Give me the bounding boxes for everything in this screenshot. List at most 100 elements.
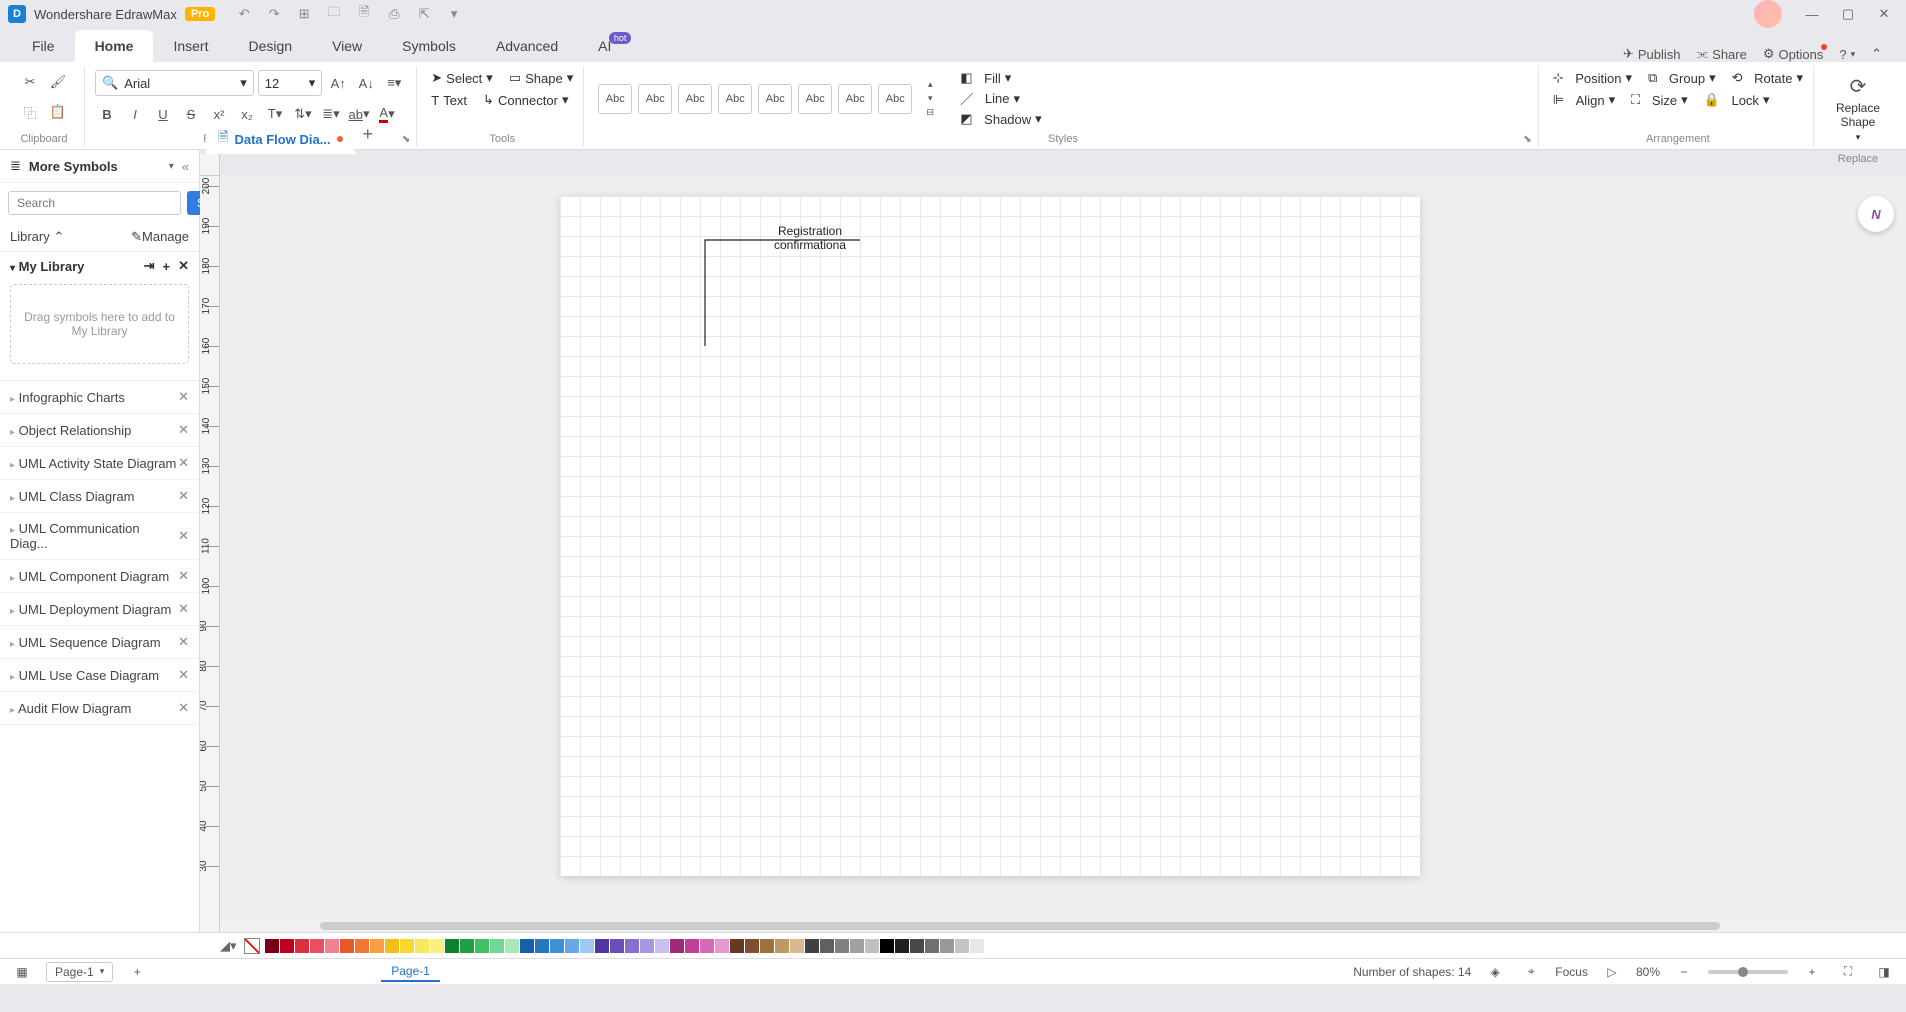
color-swatch[interactable] <box>520 939 534 953</box>
color-swatch[interactable] <box>685 939 699 953</box>
close-icon[interactable]: ✕ <box>178 568 189 584</box>
line-button[interactable]: ／ Line▾ <box>960 89 1041 108</box>
export-icon[interactable]: ⇱ <box>415 5 433 23</box>
style-sample[interactable]: Abc <box>678 84 712 114</box>
open-icon[interactable]: 🗀 <box>325 5 343 23</box>
menu-insert[interactable]: Insert <box>153 30 228 62</box>
manage-link[interactable]: ✎Manage <box>131 229 189 245</box>
strike-icon[interactable]: S <box>179 102 203 126</box>
lib-item[interactable]: ▸ UML Class Diagram✕ <box>0 480 199 513</box>
page-selector[interactable]: Page-1▾ <box>46 962 113 982</box>
fill-button[interactable]: ◧ Fill▾ <box>960 70 1041 86</box>
color-swatch[interactable] <box>415 939 429 953</box>
color-swatch[interactable] <box>985 939 999 953</box>
close-icon[interactable]: ✕ <box>178 455 189 471</box>
page[interactable]: Student 1.2 Confirmregistration 1.1 Chec… <box>560 196 1420 876</box>
color-swatch[interactable] <box>535 939 549 953</box>
my-library-label[interactable]: My Library <box>19 259 85 274</box>
lib-item[interactable]: ▸ Audit Flow Diagram✕ <box>0 692 199 725</box>
color-swatch[interactable] <box>670 939 684 953</box>
no-fill-swatch[interactable] <box>244 938 260 954</box>
menu-symbols[interactable]: Symbols <box>382 30 476 62</box>
options-button[interactable]: ⚙Options <box>1763 46 1823 62</box>
color-swatch[interactable] <box>460 939 474 953</box>
style-down-icon[interactable]: ▾ <box>918 92 942 106</box>
close-icon[interactable]: ✕ <box>178 667 189 683</box>
color-swatch[interactable] <box>580 939 594 953</box>
style-sample[interactable]: Abc <box>758 84 792 114</box>
redo-icon[interactable]: ↷ <box>265 5 283 23</box>
focus-label[interactable]: Focus <box>1555 965 1588 979</box>
close-icon[interactable]: ✕ <box>178 389 189 405</box>
color-swatch[interactable] <box>940 939 954 953</box>
color-swatch[interactable] <box>640 939 654 953</box>
color-swatch[interactable] <box>445 939 459 953</box>
copy-icon[interactable]: ⿻ <box>18 100 42 124</box>
font-family-select[interactable]: 🔍Arial▾ <box>95 70 254 96</box>
superscript-icon[interactable]: x² <box>207 102 231 126</box>
lib-item[interactable]: ▸ Infographic Charts✕ <box>0 381 199 414</box>
play-icon[interactable]: ▷ <box>1600 960 1624 984</box>
chevron-down-icon[interactable]: ▾ <box>10 263 15 274</box>
color-swatch[interactable] <box>595 939 609 953</box>
my-library-dropzone[interactable]: Drag symbols here to add to My Library <box>10 284 189 364</box>
library-label[interactable]: Library <box>10 229 50 244</box>
close-icon[interactable]: ✕ <box>178 488 189 504</box>
close-icon[interactable]: ✕ <box>178 700 189 716</box>
flow-reg-confirmation[interactable] <box>705 240 860 346</box>
color-swatch[interactable] <box>505 939 519 953</box>
lib-item[interactable]: ▸ UML Use Case Diagram✕ <box>0 659 199 692</box>
style-up-icon[interactable]: ▴ <box>918 78 942 92</box>
color-swatch[interactable] <box>490 939 504 953</box>
grow-font-icon[interactable]: A↑ <box>326 71 350 95</box>
color-swatch[interactable] <box>355 939 369 953</box>
collapse-ribbon-button[interactable]: ⌃ <box>1871 46 1882 62</box>
color-swatch[interactable] <box>475 939 489 953</box>
close-icon[interactable]: ✕ <box>178 634 189 650</box>
document-tab[interactable]: 🗎 Data Flow Dia... <box>206 124 355 154</box>
shape-tool[interactable]: ▭Shape▾ <box>509 70 573 86</box>
case-icon[interactable]: T▾ <box>263 102 287 126</box>
font-dialog-launcher[interactable]: ⬊ <box>402 134 410 145</box>
color-swatch[interactable] <box>610 939 624 953</box>
align-para-icon[interactable]: ≡▾ <box>382 71 406 95</box>
underline-icon[interactable]: U <box>151 102 175 126</box>
color-swatch[interactable] <box>925 939 939 953</box>
color-swatch[interactable] <box>280 939 294 953</box>
qat-more-icon[interactable]: ▾ <box>445 5 463 23</box>
maximize-icon[interactable]: ▢ <box>1834 4 1862 24</box>
styles-dialog-launcher[interactable]: ⬊ <box>1523 134 1531 145</box>
style-sample[interactable]: Abc <box>718 84 752 114</box>
spacing-icon[interactable]: ⇅▾ <box>291 102 315 126</box>
zoom-slider[interactable] <box>1708 970 1788 974</box>
color-swatch[interactable] <box>715 939 729 953</box>
color-swatch[interactable] <box>625 939 639 953</box>
zoom-in-icon[interactable]: + <box>1800 960 1824 984</box>
color-swatch[interactable] <box>895 939 909 953</box>
color-swatch[interactable] <box>550 939 564 953</box>
lib-item[interactable]: ▸ UML Deployment Diagram✕ <box>0 593 199 626</box>
layers-icon[interactable]: ◈ <box>1483 960 1507 984</box>
paste-icon[interactable]: 📋 <box>46 100 70 124</box>
horizontal-scrollbar[interactable] <box>220 920 1906 932</box>
menu-design[interactable]: Design <box>228 30 312 62</box>
shadow-button[interactable]: ◩ Shadow▾ <box>960 111 1041 127</box>
panel-toggle-icon[interactable]: ◨ <box>1872 960 1896 984</box>
select-tool[interactable]: ➤Select▾ <box>431 70 493 86</box>
canvas[interactable]: Student 1.2 Confirmregistration 1.1 Chec… <box>220 176 1906 932</box>
color-swatch[interactable] <box>760 939 774 953</box>
size-button[interactable]: ⛶ Size▾ <box>1631 92 1688 108</box>
lock-button[interactable]: 🔒 Lock▾ <box>1704 92 1770 108</box>
lib-item[interactable]: ▸ UML Activity State Diagram✕ <box>0 447 199 480</box>
replace-shape-button[interactable]: ⟳ Replace Shape ▾ <box>1828 70 1888 147</box>
color-swatch[interactable] <box>370 939 384 953</box>
page-tab[interactable]: Page-1 <box>381 962 440 982</box>
zoom-out-icon[interactable]: − <box>1672 960 1696 984</box>
symbol-search-input[interactable] <box>8 191 181 215</box>
target-icon[interactable]: ⌖ <box>1519 960 1543 984</box>
color-swatch[interactable] <box>385 939 399 953</box>
menu-view[interactable]: View <box>312 30 382 62</box>
menu-file[interactable]: File <box>12 30 75 62</box>
lib-item[interactable]: ▸ Object Relationship✕ <box>0 414 199 447</box>
scroll-thumb[interactable] <box>320 922 1720 930</box>
